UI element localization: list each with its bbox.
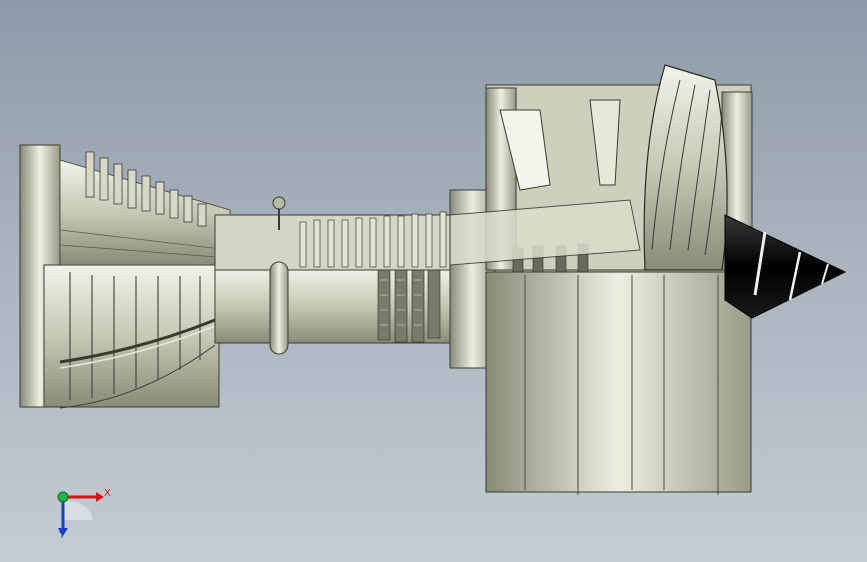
fan-blades — [643, 64, 728, 271]
x-axis-label: X — [104, 488, 111, 499]
fan-section — [449, 64, 847, 495]
exhaust-section — [19, 144, 231, 409]
y-axis-label: Y — [59, 530, 66, 541]
turbofan-engine-model[interactable] — [0, 0, 867, 562]
coordinate-triad: X Y — [48, 482, 118, 546]
cad-graphics-viewport[interactable]: X Y — [0, 0, 867, 562]
nose-cone — [724, 214, 847, 319]
